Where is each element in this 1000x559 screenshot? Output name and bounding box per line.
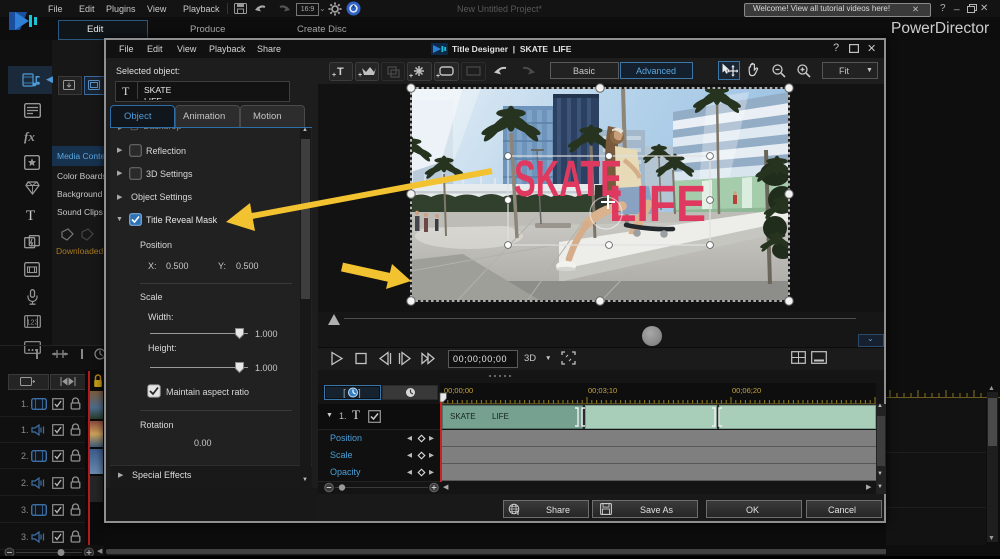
svg-text:+: +	[409, 73, 413, 80]
svg-text:T: T	[337, 66, 344, 78]
svg-text:]: ]	[358, 389, 361, 399]
svg-text:+: +	[436, 73, 440, 80]
svg-text:123: 123	[27, 320, 39, 327]
svg-text:+: +	[358, 72, 362, 79]
svg-text:[: [	[343, 389, 346, 399]
svg-text:+: +	[332, 72, 336, 79]
